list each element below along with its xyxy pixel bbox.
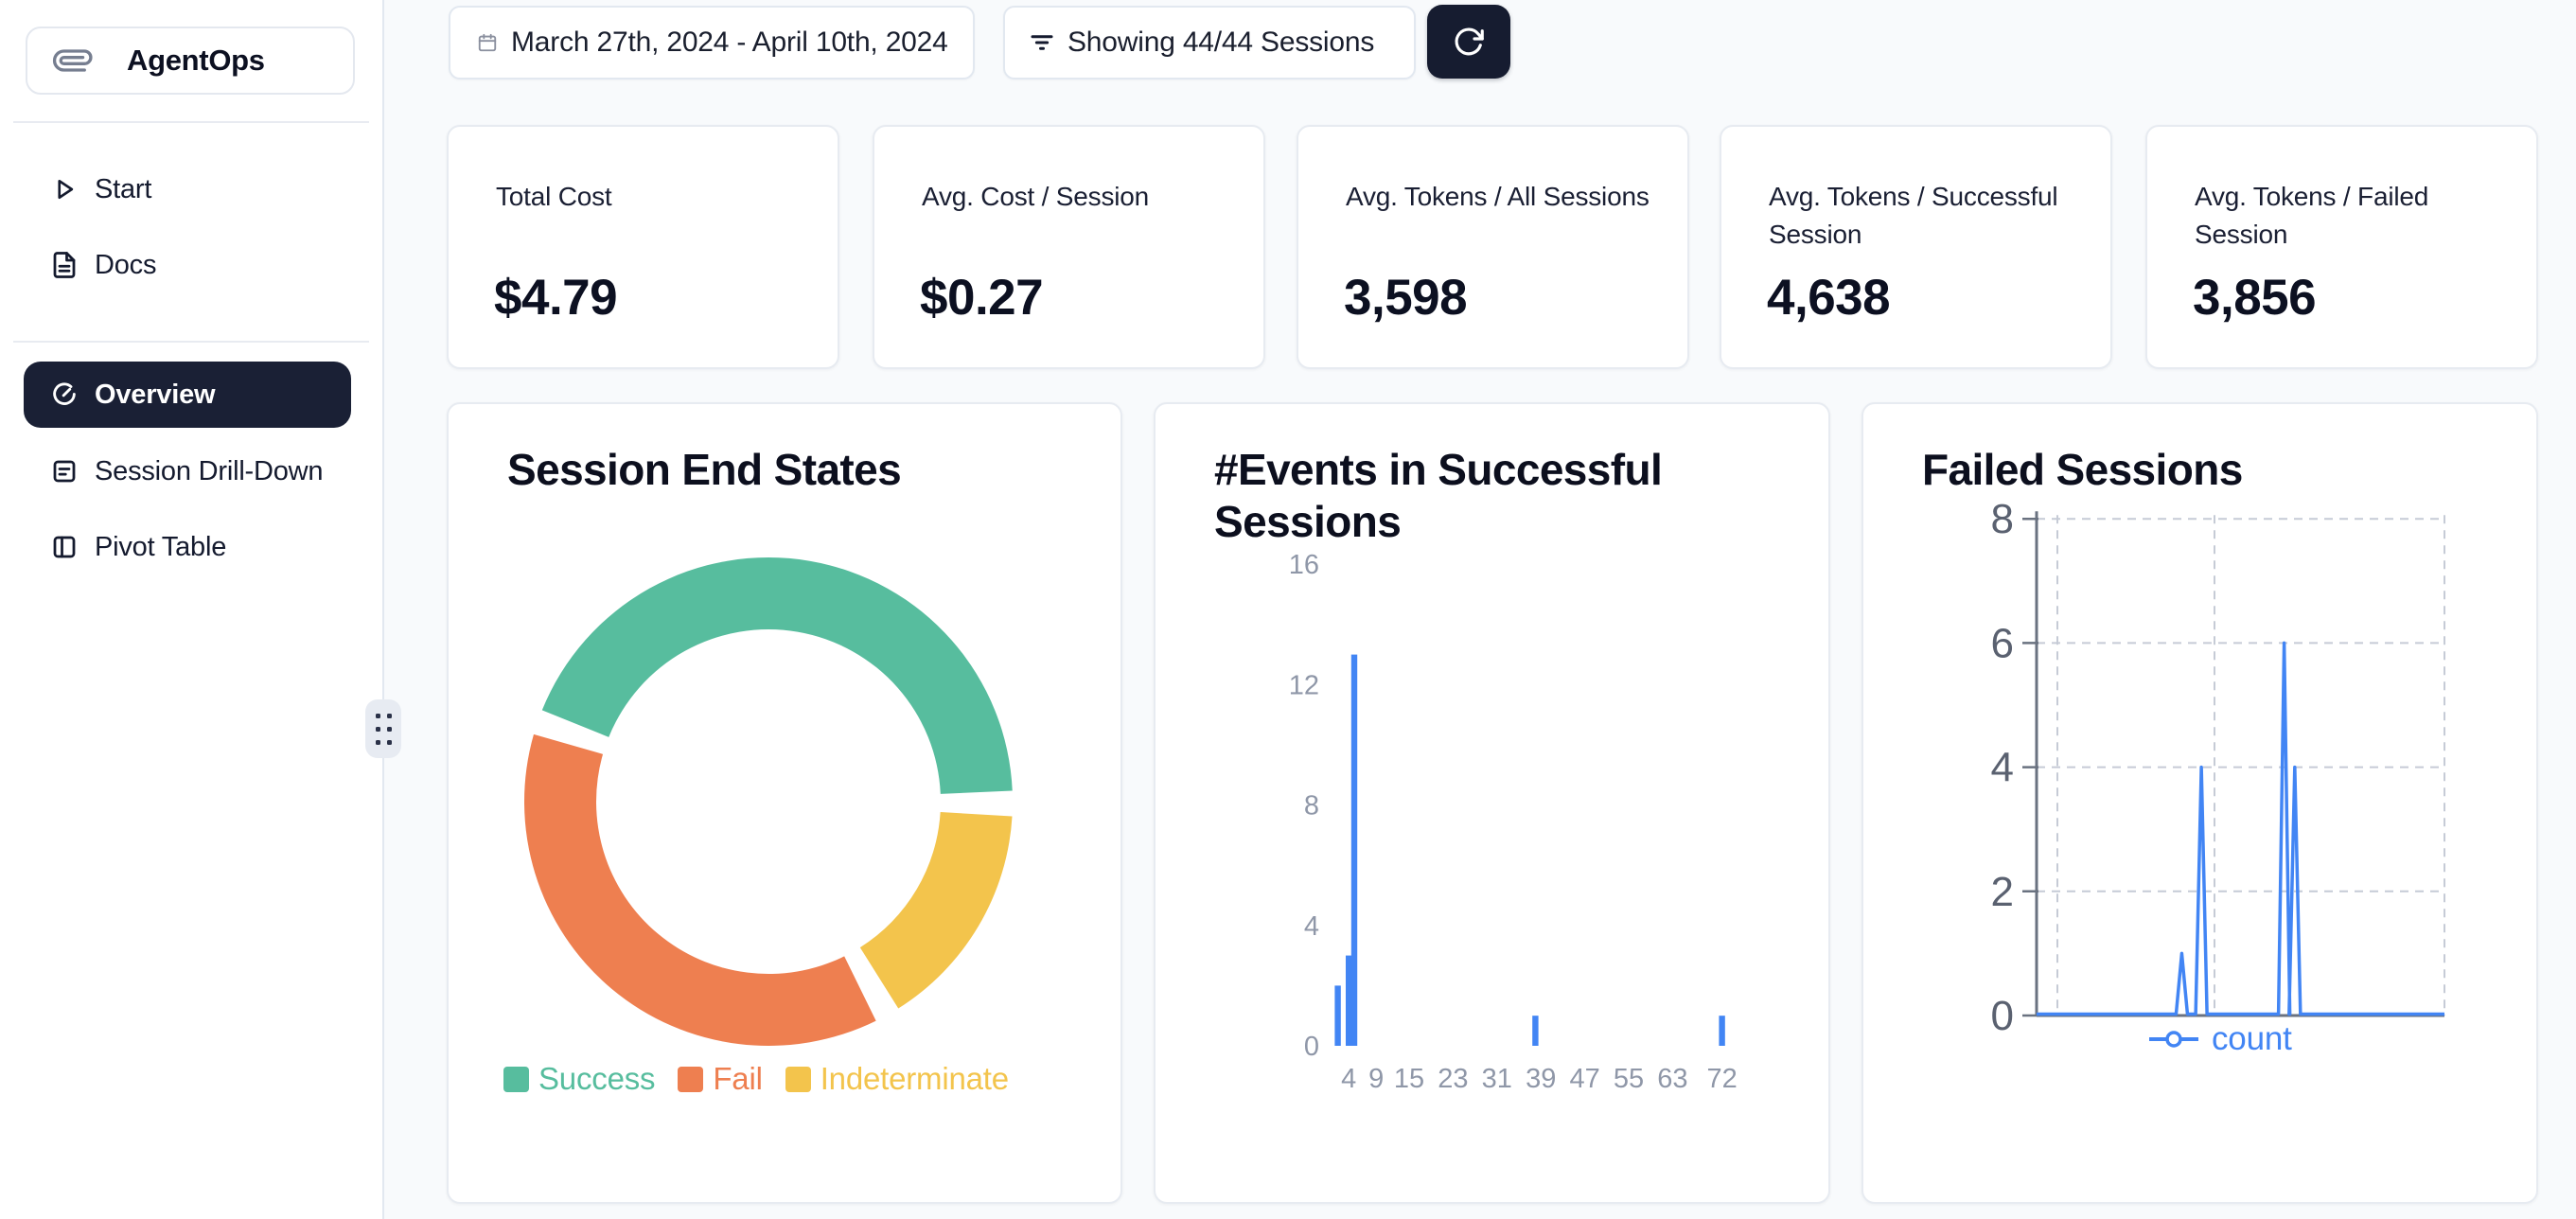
- session-filter-button[interactable]: Showing 44/44 Sessions: [1003, 6, 1416, 80]
- sidebar-item-label: Overview: [95, 380, 215, 411]
- stat-value: 3,856: [2193, 269, 2316, 327]
- svg-text:6: 6: [1991, 620, 2014, 666]
- legend-item-success[interactable]: Success: [503, 1061, 655, 1097]
- svg-text:0: 0: [1304, 1032, 1319, 1062]
- columns-icon: [49, 532, 79, 562]
- session-filter-label: Showing 44/44 Sessions: [1067, 26, 1374, 59]
- stat-card-avg-tokens-all: Avg. Tokens / All Sessions 3,598: [1297, 125, 1689, 369]
- refresh-icon: [1452, 25, 1486, 59]
- sidebar-item-label: Session Drill-Down: [95, 456, 323, 487]
- svg-text:31: 31: [1482, 1064, 1512, 1094]
- svg-text:72: 72: [1706, 1064, 1737, 1094]
- logo-text: AgentOps: [127, 44, 265, 78]
- bar-chart[interactable]: 0481216491523313947556372: [1156, 404, 1832, 1206]
- svg-text:55: 55: [1614, 1064, 1644, 1094]
- svg-text:47: 47: [1569, 1064, 1599, 1094]
- sidebar-item-docs[interactable]: Docs: [0, 232, 382, 298]
- chart-card-events-successful: #Events in Successful Sessions 048121649…: [1154, 402, 1830, 1204]
- svg-text:23: 23: [1438, 1064, 1468, 1094]
- line-chart[interactable]: 0 2 4 6 8: [1863, 404, 2540, 1206]
- svg-text:4: 4: [1304, 911, 1319, 942]
- stat-card-avg-tokens-failed: Avg. Tokens / Failed Session 3,856: [2145, 125, 2538, 369]
- svg-text:2: 2: [1991, 869, 2014, 915]
- sidebar-divider: [13, 341, 369, 343]
- sidebar-item-label: Docs: [95, 250, 156, 281]
- play-icon: [49, 174, 79, 204]
- stat-value: $4.79: [494, 269, 617, 327]
- svg-text:8: 8: [1304, 791, 1319, 822]
- gauge-icon: [49, 380, 79, 410]
- paperclip-icon: [46, 34, 100, 88]
- stat-label: Total Cost: [496, 178, 808, 216]
- date-range-label: March 27th, 2024 - April 10th, 2024: [511, 26, 948, 59]
- stat-label: Avg. Tokens / Successful Session: [1769, 178, 2081, 254]
- sidebar-item-label: Start: [95, 174, 151, 205]
- line-chart-legend[interactable]: count: [2147, 1020, 2292, 1058]
- grip-dots-icon: [376, 714, 392, 745]
- date-range-button[interactable]: March 27th, 2024 - April 10th, 2024: [449, 6, 975, 80]
- stat-label: Avg. Cost / Session: [922, 178, 1234, 216]
- legend-item-indeterminate[interactable]: Indeterminate: [785, 1061, 1009, 1097]
- logo-button[interactable]: AgentOps: [26, 26, 355, 95]
- sidebar-divider: [13, 121, 369, 123]
- svg-text:12: 12: [1289, 670, 1319, 700]
- legend-swatch-icon: [785, 1067, 811, 1092]
- svg-text:4: 4: [1341, 1064, 1356, 1094]
- legend-swatch-icon: [678, 1067, 703, 1092]
- stat-card-avg-tokens-successful: Avg. Tokens / Successful Session 4,638: [1720, 125, 2112, 369]
- svg-text:39: 39: [1526, 1064, 1556, 1094]
- refresh-button[interactable]: [1427, 5, 1510, 79]
- sidebar: AgentOps Start Docs Overview: [0, 0, 384, 1219]
- svg-text:8: 8: [1991, 496, 2014, 542]
- sidebar-item-label: Pivot Table: [95, 532, 226, 563]
- svg-text:4: 4: [1991, 745, 2014, 791]
- svg-text:0: 0: [1991, 993, 2014, 1039]
- chart-card-failed-sessions: Failed Sessions 02468 count: [1861, 402, 2538, 1204]
- legend-line-marker-icon: [2147, 1028, 2200, 1051]
- chart-card-session-end-states: Session End States SuccessFailIndetermin…: [447, 402, 1122, 1204]
- agentops-dashboard: AgentOps Start Docs Overview: [0, 0, 2576, 1219]
- stat-card-total-cost: Total Cost $4.79: [447, 125, 839, 369]
- stat-value: $0.27: [920, 269, 1043, 327]
- svg-text:9: 9: [1368, 1064, 1384, 1094]
- legend-series-label: count: [2212, 1020, 2292, 1058]
- svg-text:63: 63: [1657, 1064, 1687, 1094]
- svg-text:16: 16: [1289, 550, 1319, 580]
- calendar-icon: [477, 32, 498, 53]
- stat-label: Avg. Tokens / Failed Session: [2195, 178, 2507, 254]
- stat-value: 3,598: [1344, 269, 1467, 327]
- sidebar-item-start[interactable]: Start: [0, 156, 382, 222]
- sidebar-item-session-drill-down[interactable]: Session Drill-Down: [0, 438, 382, 504]
- legend-label: Indeterminate: [820, 1061, 1009, 1097]
- donut-legend[interactable]: Success Fail Indeterminate: [503, 1061, 1009, 1097]
- sidebar-resize-handle[interactable]: [365, 699, 401, 758]
- legend-swatch-icon: [503, 1067, 529, 1092]
- stat-card-avg-cost-session: Avg. Cost / Session $0.27: [873, 125, 1265, 369]
- document-icon: [49, 250, 79, 280]
- stat-label: Avg. Tokens / All Sessions: [1346, 178, 1658, 216]
- filter-icon: [1028, 28, 1056, 57]
- sidebar-item-pivot-table[interactable]: Pivot Table: [0, 514, 382, 580]
- stat-value: 4,638: [1767, 269, 1890, 327]
- legend-item-fail[interactable]: Fail: [678, 1061, 762, 1097]
- svg-text:15: 15: [1394, 1064, 1424, 1094]
- legend-label: Success: [538, 1061, 655, 1097]
- sidebar-item-overview[interactable]: Overview: [24, 362, 351, 428]
- list-box-icon: [49, 456, 79, 486]
- legend-label: Fail: [713, 1061, 762, 1097]
